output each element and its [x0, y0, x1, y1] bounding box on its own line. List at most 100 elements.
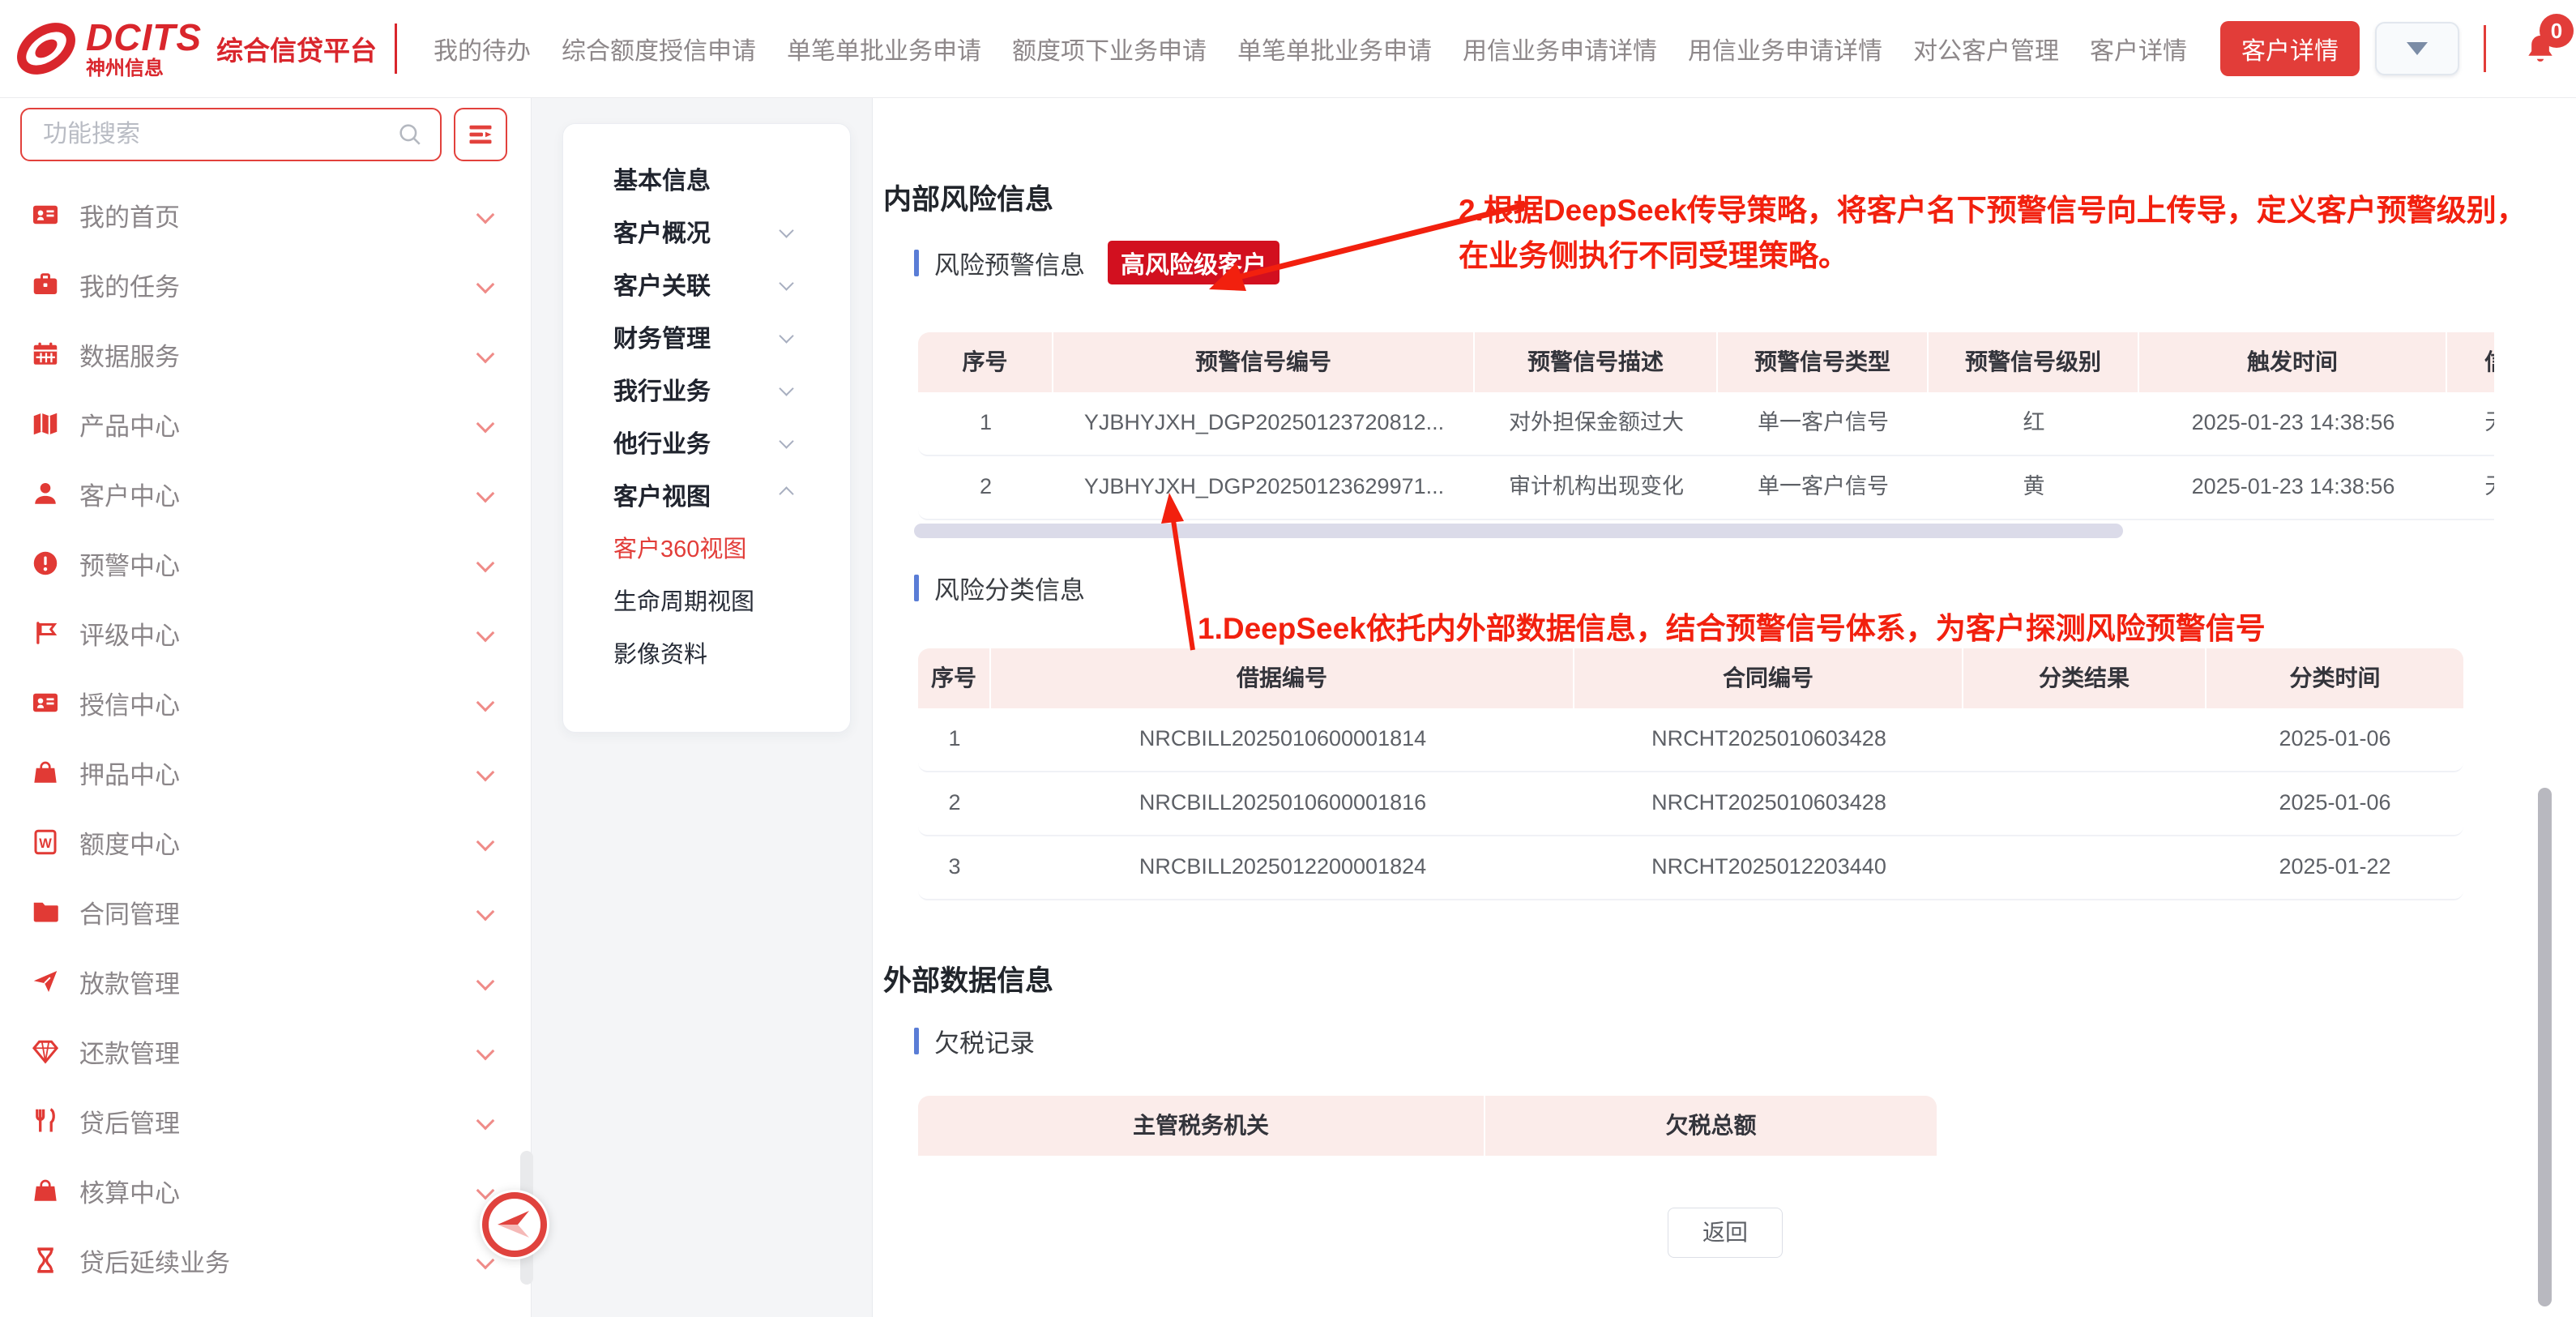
nav-tab-10[interactable]: 客户详情: [2220, 21, 2360, 76]
bag-icon: [31, 758, 60, 787]
sidebar-item-7[interactable]: 评级中心: [0, 598, 531, 668]
sidebar-item-16[interactable]: 贷后延续业务: [0, 1225, 531, 1295]
back-button[interactable]: 返回: [1668, 1208, 1783, 1258]
bag-icon: [31, 758, 60, 787]
nav-tab-3[interactable]: 单笔单批业务申请: [787, 31, 981, 66]
nav-tab-5[interactable]: 单笔单批业务申请: [1237, 31, 1432, 66]
bag-icon: [31, 1176, 60, 1205]
sidebar-item-label: 放款管理: [79, 964, 180, 1000]
submenu-item-label: 客户视图: [613, 477, 711, 512]
utensils-icon: [31, 1106, 60, 1135]
column-header: 欠税总额: [1485, 1096, 1937, 1156]
sidebar-item-8[interactable]: 授信中心: [0, 668, 531, 738]
idcard-icon: [31, 688, 60, 717]
table-cell: 2025-01-23 14:38:56: [2139, 456, 2447, 519]
table-row[interactable]: 2NRCBILL2025010600001816NRCHT20250106034…: [918, 772, 2463, 836]
list-menu-icon: [466, 120, 495, 149]
table-cell: NRCBILL2025010600001814: [991, 708, 1574, 771]
sidebar-item-label: 贷后延续业务: [79, 1242, 230, 1279]
send-icon: [31, 967, 60, 996]
table-cell: NRCBILL2025012200001824: [991, 836, 1574, 899]
section-bar: [914, 1028, 919, 1054]
sidebar-item-11[interactable]: 合同管理: [0, 877, 531, 947]
nav-tab-9[interactable]: 客户详情: [2090, 31, 2187, 66]
risk-warning-section-header: 风险预警信息 高风险级客户: [914, 245, 1279, 280]
sidebar-item-9[interactable]: 押品中心: [0, 738, 531, 807]
search-input[interactable]: [22, 121, 396, 148]
sidebar-item-4[interactable]: 产品中心: [0, 389, 531, 459]
submenu-item-6[interactable]: 他行业务: [563, 415, 850, 468]
sidebar-item-label: 我的任务: [79, 267, 180, 303]
submenu-subitem-2[interactable]: 生命周期视图: [563, 573, 850, 626]
nav-tab-1[interactable]: 我的待办: [434, 31, 531, 66]
submenu-item-label: 他行业务: [613, 424, 711, 460]
send-icon: [31, 967, 60, 996]
submenu-item-7[interactable]: 客户视图: [563, 468, 850, 520]
map-icon: [31, 409, 60, 438]
nav-tab-8[interactable]: 对公客户管理: [1913, 31, 2059, 66]
table-row[interactable]: 1YJBHYJXH_DGP20250123720812...对外担保金额过大单一…: [918, 392, 2494, 456]
table-cell: NRCHT2025012203440: [1574, 836, 1963, 899]
sidebar-item-2[interactable]: 我的任务: [0, 250, 531, 319]
vertical-scrollbar[interactable]: [2538, 788, 2552, 1306]
risk-warning-title: 风险预警信息: [934, 245, 1085, 281]
table-row[interactable]: 1NRCBILL2025010600001814NRCHT20250106034…: [918, 708, 2463, 772]
submenu-subitem-active[interactable]: 客户360视图: [563, 520, 850, 573]
sidebar-item-label: 合同管理: [79, 894, 180, 930]
chevron-down-icon: [479, 905, 492, 918]
calendar-icon: [31, 340, 60, 369]
sidebar-item-10[interactable]: W额度中心: [0, 807, 531, 877]
chevron-down-icon: [781, 278, 792, 289]
notifications-button[interactable]: 0: [2523, 32, 2557, 66]
tabs-dropdown-button[interactable]: [2375, 22, 2459, 75]
submenu-item-2[interactable]: 客户概况: [563, 204, 850, 257]
submenu-item-3[interactable]: 客户关联: [563, 257, 850, 310]
utensils-icon: [31, 1106, 60, 1135]
sidebar-item-5[interactable]: 客户中心: [0, 459, 531, 528]
column-header: 借据编号: [991, 648, 1574, 708]
section-bar: [914, 250, 919, 276]
chevron-down-icon: [781, 436, 792, 447]
sidebar-item-13[interactable]: 还款管理: [0, 1016, 531, 1086]
submenu-item-label: 客户关联: [613, 266, 711, 301]
nav-tab-6[interactable]: 用信业务申请详情: [1463, 31, 1657, 66]
chevron-down-icon: [479, 696, 492, 709]
column-header: 预警信号级别: [1929, 332, 2139, 392]
top-nav-tabs: 我的待办综合额度授信申请单笔单批业务申请额度项下业务申请单笔单批业务申请用信业务…: [418, 21, 2375, 76]
chevron-down-icon: [479, 557, 492, 570]
table-cell: [1963, 708, 2206, 771]
sidebar-item-1[interactable]: 我的首页: [0, 180, 531, 250]
chevron-up-icon: [781, 489, 792, 499]
submenu-item-1[interactable]: 基本信息: [563, 152, 850, 204]
sidebar-item-6[interactable]: 预警中心: [0, 528, 531, 598]
column-header: 主管税务机关: [918, 1096, 1485, 1156]
sidebar-item-12[interactable]: 放款管理: [0, 947, 531, 1016]
nav-tab-4[interactable]: 额度项下业务申请: [1012, 31, 1207, 66]
submenu-item-label: 财务管理: [613, 319, 711, 354]
submenu-subitem-3[interactable]: 影像资料: [563, 626, 850, 678]
table-cell: NRCHT2025010603428: [1574, 772, 1963, 835]
nav-tab-7[interactable]: 用信业务申请详情: [1688, 31, 1882, 66]
sidebar-item-14[interactable]: 贷后管理: [0, 1086, 531, 1156]
idcard-icon: [31, 688, 60, 717]
nav-tab-2[interactable]: 综合额度授信申请: [562, 31, 756, 66]
risk-classification-section-header: 风险分类信息: [914, 570, 1085, 605]
sidebar-item-3[interactable]: 数据服务: [0, 319, 531, 389]
doc-w-icon: W: [31, 827, 60, 857]
horizontal-scrollbar[interactable]: [914, 524, 2123, 538]
menu-list-button[interactable]: [454, 108, 507, 161]
table-row[interactable]: 2YJBHYJXH_DGP20250123629971...审计机构出现变化单一…: [918, 456, 2494, 520]
submenu-item-5[interactable]: 我行业务: [563, 362, 850, 415]
header-right-cluster: 0: [2375, 22, 2576, 75]
submenu-item-4[interactable]: 财务管理: [563, 310, 850, 362]
column-header: 序号: [918, 332, 1053, 392]
collapse-panel-button[interactable]: [480, 1190, 549, 1259]
risk-warning-table: 序号预警信号编号预警信号描述预警信号类型预警信号级别触发时间信1YJBHYJXH…: [918, 332, 2494, 520]
function-search-box: [20, 108, 442, 161]
sidebar-item-15[interactable]: 核算中心: [0, 1156, 531, 1225]
table-row[interactable]: 3NRCBILL2025012200001824NRCHT20250122034…: [918, 836, 2463, 900]
user-icon: [31, 479, 60, 508]
customer-submenu-card: 基本信息客户概况客户关联财务管理我行业务他行业务客户视图客户360视图生命周期视…: [562, 123, 851, 733]
table-cell: 2025-01-22: [2206, 836, 2463, 899]
column-header: 触发时间: [2139, 332, 2447, 392]
